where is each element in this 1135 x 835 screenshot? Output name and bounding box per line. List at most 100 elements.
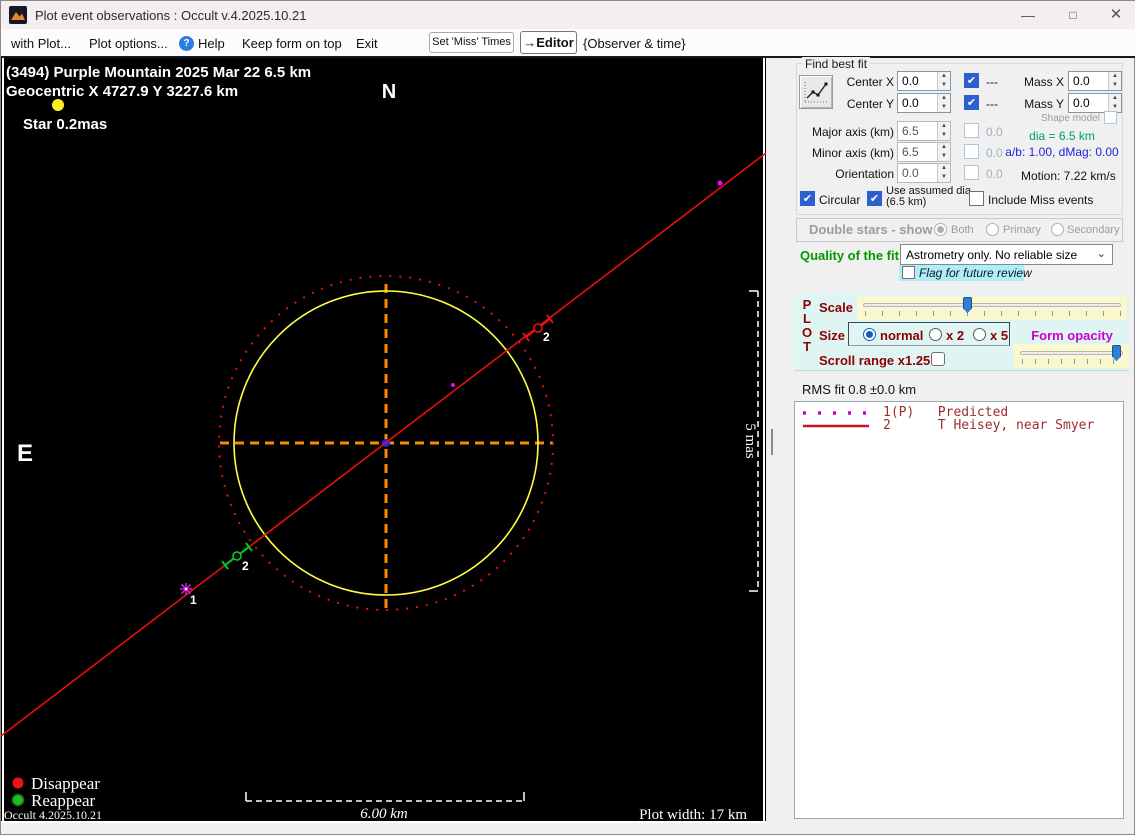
app-icon <box>9 6 27 24</box>
menu-with-plot[interactable]: with Plot... <box>11 36 71 51</box>
major-axis-label: Major axis (km) <box>811 125 894 139</box>
major-axis-spinner[interactable]: 6.5 ▲▼ <box>897 121 951 141</box>
mass-y-arrows[interactable]: ▲▼ <box>1108 94 1121 112</box>
mass-y-value: 0.0 <box>1073 96 1090 110</box>
help-icon[interactable]: ? <box>179 36 194 51</box>
double-both-radio[interactable] <box>934 223 947 236</box>
major-axis-value: 6.5 <box>902 124 919 138</box>
minor-axis-fit-checkbox[interactable] <box>964 144 979 159</box>
plot-letter-l: L <box>801 311 813 326</box>
size-normal-radio[interactable] <box>863 328 876 341</box>
center-y-fit-checkbox[interactable]: ✔ <box>964 95 979 110</box>
minor-axis-spinner[interactable]: 6.5 ▲▼ <box>897 142 951 162</box>
chevron-down-icon: ⌄ <box>1097 247 1106 260</box>
orientation-arrows[interactable]: ▲▼ <box>937 164 950 182</box>
size-normal-label: normal <box>880 328 923 343</box>
center-x-spinner[interactable]: 0.0 ▲▼ <box>897 71 951 91</box>
observer-time-label[interactable]: {Observer & time} <box>583 36 686 51</box>
rms-fit-label: RMS fit 0.8 ±0.0 km <box>802 382 916 397</box>
predicted-line-sample <box>801 408 871 418</box>
magenta-point <box>718 181 723 186</box>
quality-value: Astrometry only. No reliable size <box>906 248 1077 262</box>
shape-model-checkbox[interactable] <box>1104 111 1117 124</box>
include-miss-label: Include Miss events <box>988 193 1093 207</box>
double-secondary-radio[interactable] <box>1051 223 1064 236</box>
major-axis-arrows[interactable]: ▲▼ <box>937 122 950 140</box>
observation-chord <box>1 153 766 736</box>
east-label: E <box>17 440 33 467</box>
double-primary-label: Primary <box>1003 224 1041 236</box>
use-assumed-checkbox[interactable]: ✔ <box>867 191 882 206</box>
menu-exit[interactable]: Exit <box>356 36 378 51</box>
mass-x-spinner[interactable]: 0.0 ▲▼ <box>1068 71 1122 91</box>
double-both-label: Both <box>951 224 974 236</box>
mass-y-spinner[interactable]: 0.0 ▲▼ <box>1068 93 1122 113</box>
size-x5-radio[interactable] <box>973 328 986 341</box>
minimize-button[interactable]: — <box>1013 5 1043 25</box>
diameter-info: dia = 6.5 km <box>999 129 1125 143</box>
splitter-handle[interactable] <box>771 429 773 455</box>
orientation-fit-checkbox[interactable] <box>964 165 979 180</box>
orientation-zero: 0.0 <box>986 167 1003 181</box>
reappear-legend-dot <box>13 795 24 806</box>
center-x-label: Center X <box>839 75 894 89</box>
quality-label: Quality of the fit <box>800 248 899 263</box>
plot-width-label: Plot width: 17 km <box>639 807 747 823</box>
form-opacity-label: Form opacity <box>1021 328 1123 343</box>
menu-bar: with Plot... Plot options... ? Help Keep… <box>1 29 1135 58</box>
scale-slider-ticks <box>865 311 1121 316</box>
quality-dropdown[interactable]: Astrometry only. No reliable size ⌄ <box>900 244 1113 265</box>
form-opacity-slider[interactable] <box>1014 344 1129 368</box>
best-fit-chart-button[interactable] <box>799 75 833 109</box>
flag-review-checkbox[interactable] <box>902 266 915 279</box>
center-x-value: 0.0 <box>902 74 919 88</box>
plot-letter-p: P <box>801 297 813 312</box>
disappear-legend-dot <box>13 778 24 789</box>
flag-review-label: Flag for future review <box>919 266 1032 280</box>
minor-axis-arrows[interactable]: ▲▼ <box>937 143 950 161</box>
mas-scale-label: 5 mas <box>742 423 758 459</box>
double-primary-radio[interactable] <box>986 223 999 236</box>
maximize-button[interactable]: □ <box>1058 5 1088 25</box>
orientation-label: Orientation <box>811 167 894 181</box>
window-title: Plot event observations : Occult v.4.202… <box>35 8 306 23</box>
observations-list[interactable]: 1(P) Predicted 2 T Heisey, near Smyer <box>794 401 1124 819</box>
occultation-plot[interactable]: 2 2 1 (3494) Purple Mountain 2025 Mar 22… <box>1 58 766 823</box>
center-y-value: 0.0 <box>902 96 919 110</box>
plot-letter-o: O <box>801 325 813 340</box>
plot-canvas: 2 2 1 (3494) Purple Mountain 2025 Mar 22… <box>1 58 766 823</box>
minor-axis-value: 6.5 <box>902 145 919 159</box>
center-x-fit-checkbox[interactable]: ✔ <box>964 73 979 88</box>
scroll-range-checkbox[interactable] <box>931 352 945 366</box>
center-y-spinner[interactable]: 0.0 ▲▼ <box>897 93 951 113</box>
editor-button[interactable]: →Editor <box>520 31 577 54</box>
size-x5-label: x 5 <box>990 328 1008 343</box>
size-x2-radio[interactable] <box>929 328 942 341</box>
scale-slider[interactable] <box>857 296 1127 320</box>
set-miss-times-button[interactable]: Set 'Miss' Times <box>429 32 514 53</box>
north-label: N <box>382 81 396 103</box>
mass-x-label: Mass X <box>1006 75 1064 89</box>
circular-label: Circular <box>819 193 860 207</box>
center-y-arrows[interactable]: ▲▼ <box>937 94 950 112</box>
circular-checkbox[interactable]: ✔ <box>800 191 815 206</box>
center-x-dash: --- <box>986 75 998 89</box>
app-window: Plot event observations : Occult v.4.202… <box>0 0 1135 835</box>
include-miss-checkbox[interactable] <box>969 191 984 206</box>
major-axis-fit-checkbox[interactable] <box>964 123 979 138</box>
star-size-label: Star 0.2mas <box>23 116 107 133</box>
center-x-arrows[interactable]: ▲▼ <box>937 72 950 90</box>
close-button[interactable]: ✕ <box>1101 5 1131 25</box>
menu-keep-on-top[interactable]: Keep form on top <box>242 36 342 51</box>
size-label: Size <box>819 328 845 343</box>
mass-x-arrows[interactable]: ▲▼ <box>1108 72 1121 90</box>
plot-title-line1: (3494) Purple Mountain 2025 Mar 22 6.5 k… <box>6 64 311 81</box>
menu-plot-options[interactable]: Plot options... <box>89 36 168 51</box>
magenta-point <box>451 383 455 387</box>
double-secondary-label: Secondary <box>1067 224 1120 236</box>
scale-slider-track <box>863 303 1121 307</box>
find-best-fit-title: Find best fit <box>802 57 870 71</box>
menu-help[interactable]: Help <box>198 36 225 51</box>
observed-line-sample <box>801 421 871 431</box>
orientation-spinner[interactable]: 0.0 ▲▼ <box>897 163 951 183</box>
